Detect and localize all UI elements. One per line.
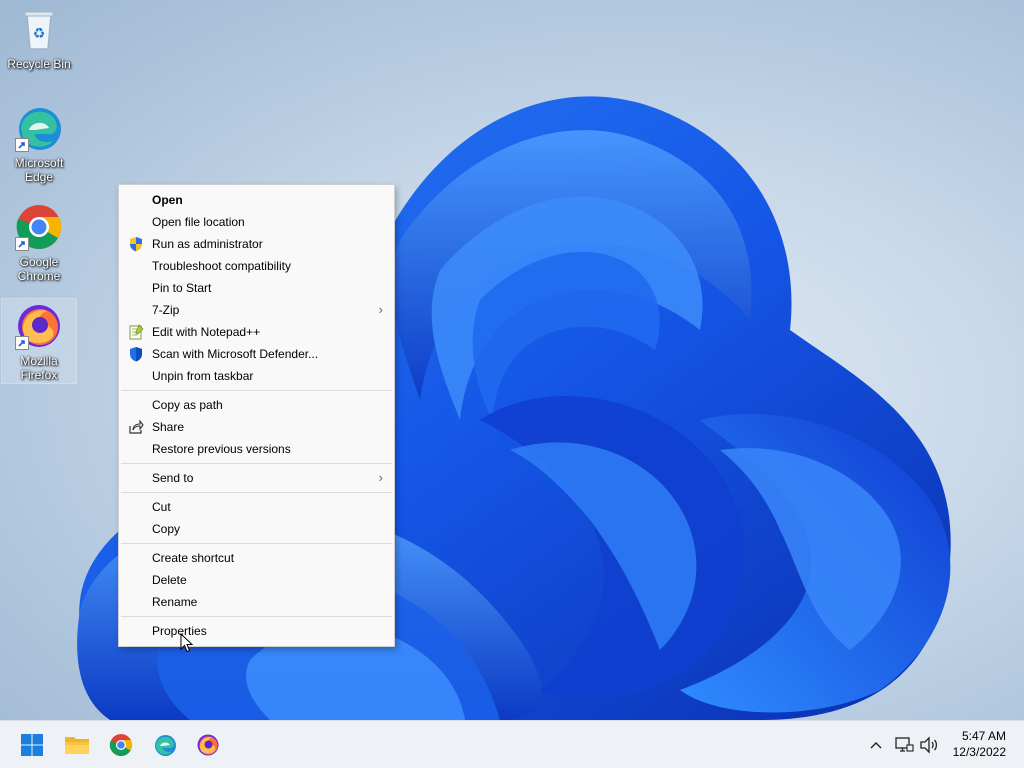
menu-item-open-file-location[interactable]: Open file location xyxy=(119,211,394,233)
desktop-icon-google-chrome[interactable]: Google Chrome xyxy=(2,200,76,283)
menu-item-label: Restore previous versions xyxy=(152,442,291,456)
menu-item-troubleshoot-compatibility[interactable]: Troubleshoot compatibility xyxy=(119,255,394,277)
chrome-icon xyxy=(109,734,133,756)
menu-item-label: Copy xyxy=(152,522,181,536)
menu-separator xyxy=(121,463,392,464)
volume-button[interactable] xyxy=(918,734,940,756)
speaker-volume-icon xyxy=(920,736,938,754)
menu-item-label: Copy as path xyxy=(152,398,223,412)
shortcut-arrow-icon xyxy=(15,336,29,350)
firefox-icon xyxy=(15,302,63,350)
edge-icon xyxy=(155,735,176,756)
firefox-icon xyxy=(197,734,219,756)
menu-item-label: Scan with Microsoft Defender... xyxy=(152,347,319,361)
menu-item-label: Troubleshoot compatibility xyxy=(152,259,291,273)
menu-item-restore-previous-versions[interactable]: Restore previous versions xyxy=(119,438,394,460)
menu-item-label: Send to xyxy=(152,471,194,485)
network-button[interactable] xyxy=(893,734,915,756)
menu-item-edit-with-notepad-plus-plus[interactable]: Edit with Notepad++ xyxy=(119,321,394,343)
menu-item-label: Rename xyxy=(152,595,198,609)
menu-item-copy[interactable]: Copy xyxy=(119,518,394,540)
recycle-bin-icon: ♻ xyxy=(15,5,63,53)
defender-shield-icon xyxy=(128,346,144,362)
menu-item-label: Open xyxy=(152,193,183,207)
submenu-arrow-icon: › xyxy=(378,302,383,317)
desktop-icon-recycle-bin[interactable]: ♻ Recycle Bin xyxy=(2,2,76,71)
svg-text:♻: ♻ xyxy=(33,26,46,42)
network-ethernet-icon xyxy=(895,737,914,752)
menu-item-label: Create shortcut xyxy=(152,551,235,565)
menu-item-copy-as-path[interactable]: Copy as path xyxy=(119,394,394,416)
menu-item-create-shortcut[interactable]: Create shortcut xyxy=(119,547,394,569)
clock-date: 12/3/2022 xyxy=(952,745,1006,759)
taskbar-chrome[interactable] xyxy=(105,729,137,761)
edge-icon xyxy=(15,104,63,152)
desktop-icon-microsoft-edge[interactable]: Microsoft Edge xyxy=(2,101,76,184)
shortcut-arrow-icon xyxy=(15,237,29,251)
menu-item-send-to[interactable]: Send to › xyxy=(119,467,394,489)
menu-item-label: Run as administrator xyxy=(152,237,263,251)
menu-separator xyxy=(121,390,392,391)
share-icon xyxy=(128,419,144,435)
menu-item-scan-with-microsoft-defender[interactable]: Scan with Microsoft Defender... xyxy=(119,343,394,365)
menu-item-label: 7-Zip xyxy=(152,303,180,317)
menu-item-rename[interactable]: Rename xyxy=(119,591,394,613)
taskbar-firefox[interactable] xyxy=(192,729,224,761)
menu-item-label: Edit with Notepad++ xyxy=(152,325,261,339)
shortcut-arrow-icon xyxy=(15,138,29,152)
file-explorer-icon xyxy=(65,737,89,754)
start-icon xyxy=(21,734,43,756)
menu-item-label: Pin to Start xyxy=(152,281,212,295)
menu-item-pin-to-start[interactable]: Pin to Start xyxy=(119,277,394,299)
context-menu: Open Open file location Run as administr… xyxy=(118,184,395,647)
desktop-icon-label: Mozilla Firefox xyxy=(20,354,58,382)
desktop-icon-mozilla-firefox[interactable]: Mozilla Firefox xyxy=(1,298,77,384)
chevron-up-icon xyxy=(870,742,882,749)
menu-separator xyxy=(121,616,392,617)
submenu-arrow-icon: › xyxy=(378,470,383,485)
menu-item-label: Share xyxy=(152,420,185,434)
menu-separator xyxy=(121,492,392,493)
taskbar-clock[interactable]: 5:47 AM 12/3/2022 xyxy=(953,728,1006,760)
mouse-cursor-icon xyxy=(180,632,194,653)
menu-item-label: Delete xyxy=(152,573,187,587)
chrome-icon xyxy=(15,203,63,251)
notepad-plus-plus-icon xyxy=(128,324,144,340)
menu-item-label: Cut xyxy=(152,500,171,514)
menu-item-delete[interactable]: Delete xyxy=(119,569,394,591)
taskbar-file-explorer[interactable] xyxy=(61,729,93,761)
menu-item-cut[interactable]: Cut xyxy=(119,496,394,518)
menu-separator xyxy=(121,543,392,544)
menu-item-7-zip[interactable]: 7-Zip › xyxy=(119,299,394,321)
menu-item-unpin-from-taskbar[interactable]: Unpin from taskbar xyxy=(119,365,394,387)
menu-item-run-as-administrator[interactable]: Run as administrator xyxy=(119,233,394,255)
desktop-icon-label: Google Chrome xyxy=(17,255,61,283)
taskbar-edge[interactable] xyxy=(149,729,181,761)
desktop-icon-label: Recycle Bin xyxy=(7,57,71,71)
show-hidden-icons-button[interactable] xyxy=(865,734,887,756)
start-button[interactable] xyxy=(16,729,48,761)
clock-time: 5:47 AM xyxy=(961,729,1006,743)
desktop-icon-label: Microsoft Edge xyxy=(14,156,64,184)
menu-item-label: Open file location xyxy=(152,215,245,229)
menu-item-label: Unpin from taskbar xyxy=(152,369,254,383)
menu-item-open[interactable]: Open xyxy=(119,189,394,211)
menu-item-properties[interactable]: Properties xyxy=(119,620,394,642)
menu-item-share[interactable]: Share xyxy=(119,416,394,438)
taskbar: 5:47 AM 12/3/2022 xyxy=(0,720,1024,768)
uac-shield-icon xyxy=(128,236,144,252)
